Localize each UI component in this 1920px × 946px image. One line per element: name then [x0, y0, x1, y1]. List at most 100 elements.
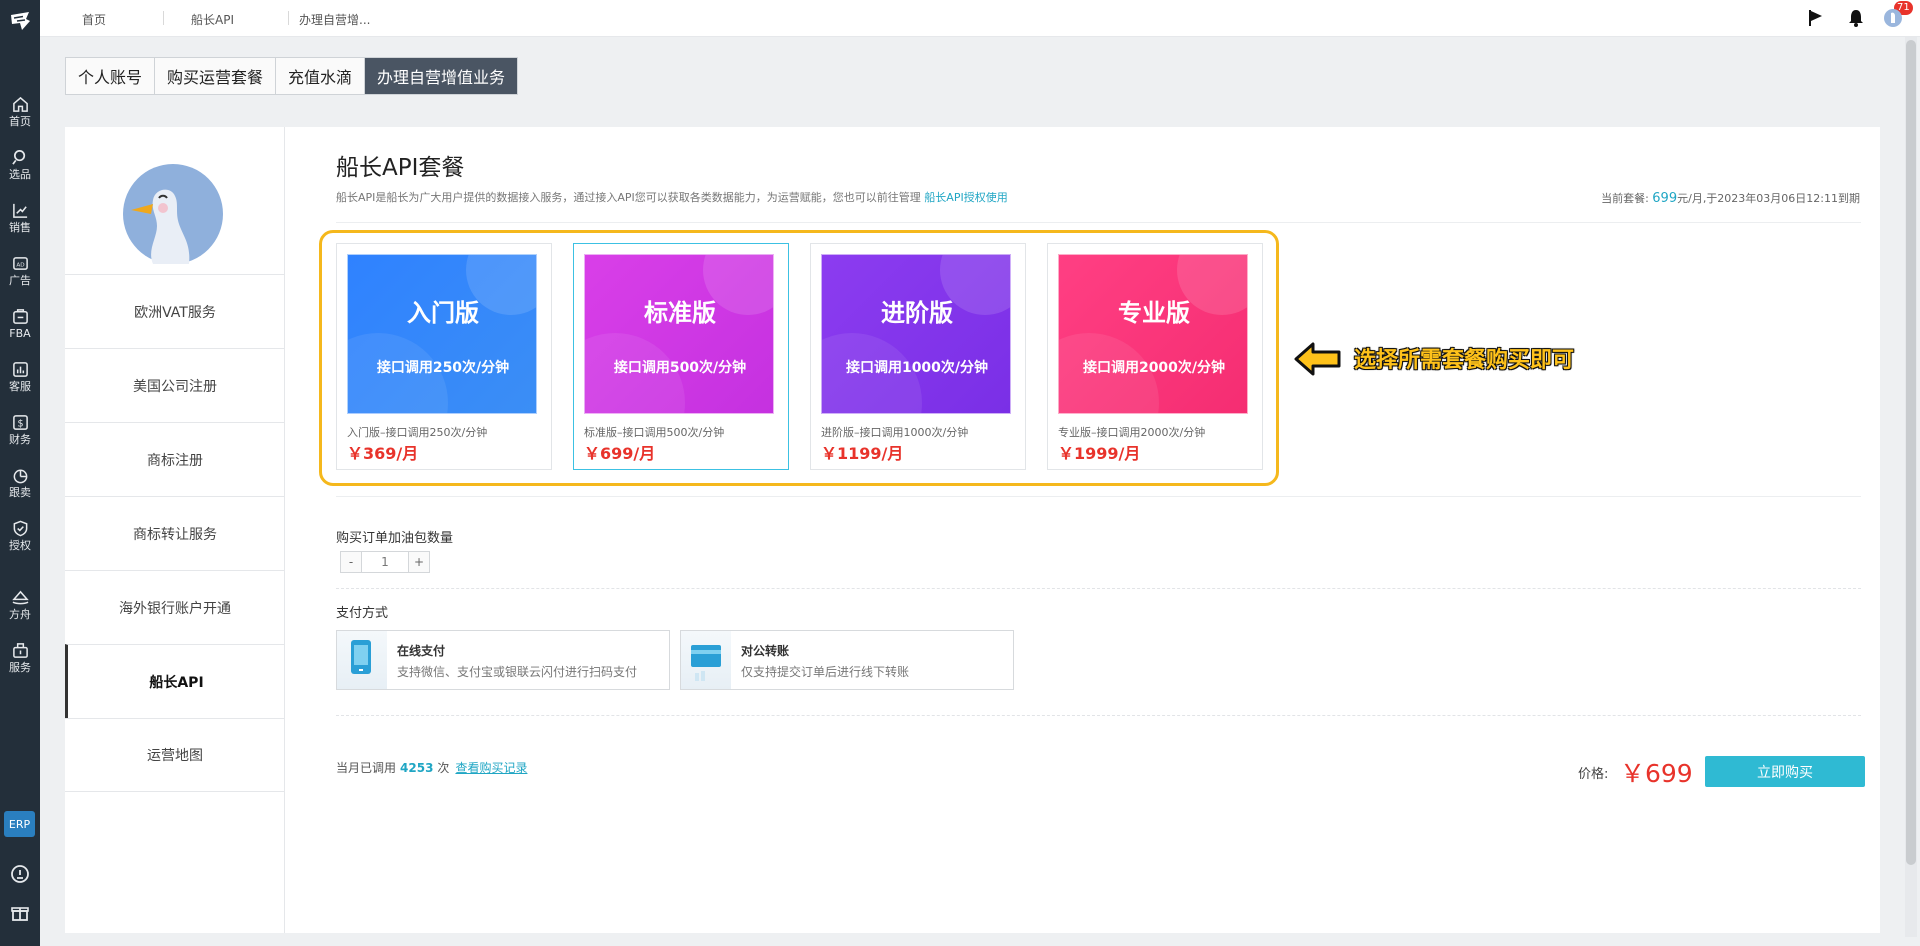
home-icon	[12, 96, 28, 112]
plan-banner: 标准版 接口调用500次/分钟	[584, 254, 774, 414]
ark-icon	[11, 590, 29, 605]
goose-avatar	[123, 164, 223, 264]
plan-price: ￥1999/月	[1058, 444, 1141, 463]
sidebar-item-operation-map[interactable]: 运营地图	[65, 718, 285, 792]
nav-item-fba[interactable]: FBA	[0, 299, 40, 349]
plan-name: 专业版	[1118, 299, 1190, 327]
nav-item-ads[interactable]: AD 广告	[0, 246, 40, 296]
payment-option-bank-transfer[interactable]: 对公转账 仅支持提交订单后进行线下转账	[680, 630, 1014, 690]
api-authorization-link[interactable]: 船长API授权使用	[924, 191, 1007, 204]
plan-card-standard[interactable]: 标准版 接口调用500次/分钟 标准版–接口调用500次/分钟 ￥699/月	[573, 243, 789, 470]
tab-buy-operation-plan[interactable]: 购买运营套餐	[155, 58, 277, 94]
divider	[336, 496, 1861, 497]
payment-option-desc: 支持微信、支付宝或银联云闪付进行扫码支付	[397, 665, 638, 679]
nav-item-ark[interactable]: 方舟	[0, 580, 40, 630]
nav-item-label: 服务	[9, 661, 31, 674]
sidebar-item-overseas-bank[interactable]: 海外银行账户开通	[65, 570, 285, 644]
buy-now-button[interactable]: 立即购买	[1705, 756, 1865, 787]
nav-item-follow-sell[interactable]: 跟卖	[0, 458, 40, 508]
plan-name: 标准版	[644, 299, 716, 327]
increment-button[interactable]: +	[409, 552, 429, 572]
sidebar-item-trademark[interactable]: 商标注册	[65, 422, 285, 496]
ad-icon: AD	[12, 257, 28, 270]
breadcrumb-current[interactable]: 办理自营增...	[299, 11, 370, 28]
fba-icon	[12, 309, 28, 324]
plan-rate: 接口调用1000次/分钟	[845, 360, 989, 376]
breadcrumb-home[interactable]: 首页	[82, 11, 106, 28]
tab-personal-account[interactable]: 个人账号	[66, 58, 156, 94]
plan-card-advanced[interactable]: 进阶版 接口调用1000次/分钟 进阶版–接口调用1000次/分钟 ￥1199/…	[810, 243, 1026, 470]
nav-item-label: 选品	[9, 168, 31, 181]
quantity-input[interactable]: 1	[361, 552, 409, 572]
payment-option-online[interactable]: 在线支付 支持微信、支付宝或银联云闪付进行扫码支付	[336, 630, 670, 690]
service-sidebar: 欧洲VAT服务 美国公司注册 商标注册 商标转让服务 海外银行账户开通 船长AP…	[65, 127, 285, 933]
current-plan-prefix: 当前套餐:	[1601, 192, 1653, 205]
nav-item-label: 财务	[9, 433, 31, 446]
shield-icon	[13, 520, 27, 537]
service-icon	[12, 643, 28, 658]
left-arrow-icon	[1294, 342, 1341, 376]
nav-item-label: FBA	[9, 327, 31, 340]
trend-chart-icon	[12, 203, 27, 218]
tab-value-added-services[interactable]: 办理自营增值业务	[365, 58, 518, 94]
usage-prefix: 当月已调用	[336, 761, 397, 775]
bell-icon[interactable]	[1846, 8, 1866, 28]
plan-card-professional[interactable]: 专业版 接口调用2000次/分钟 专业版–接口调用2000次/分钟 ￥1999/…	[1047, 243, 1263, 470]
current-plan-expiry: 元/月,于2023年03月06日12:11到期	[1677, 192, 1860, 205]
plan-price: ￥1199/月	[821, 444, 904, 463]
usage-count: 4253	[400, 761, 434, 775]
sidebar-item-eu-vat[interactable]: 欧洲VAT服务	[65, 274, 285, 348]
plan-rate: 接口调用500次/分钟	[613, 360, 747, 376]
support-icon[interactable]	[10, 864, 30, 884]
nav-item-authorization[interactable]: 授权	[0, 511, 40, 561]
app-nav-rail: 首页 选品 销售 AD 广告 FBA 客服 $ 财务 跟卖 授权 方舟 服务 E…	[0, 0, 40, 946]
nav-item-sales[interactable]: 销售	[0, 193, 40, 243]
app-logo-icon[interactable]	[8, 9, 32, 33]
nav-item-selection[interactable]: 选品	[0, 140, 40, 190]
gift-icon[interactable]	[10, 903, 30, 923]
tab-recharge-drops[interactable]: 充值水滴	[276, 58, 366, 94]
svg-text:AD: AD	[16, 262, 25, 268]
user-avatar-icon[interactable]	[1883, 8, 1903, 28]
flag-icon[interactable]	[1806, 8, 1826, 28]
addon-quantity-label: 购买订单加油包数量	[336, 531, 454, 546]
plan-desc: 入门版–接口调用250次/分钟	[347, 426, 488, 439]
divider	[336, 588, 1861, 589]
nav-item-finance[interactable]: $ 财务	[0, 405, 40, 455]
breadcrumb-divider	[288, 11, 289, 25]
plan-desc: 进阶版–接口调用1000次/分钟	[821, 426, 969, 439]
nav-item-label: 客服	[9, 380, 31, 393]
pie-chart-icon	[13, 469, 27, 484]
plan-banner: 入门版 接口调用250次/分钟	[347, 254, 537, 414]
divider	[336, 222, 1861, 223]
search-icon	[11, 150, 25, 165]
purchase-history-link[interactable]: 查看购买记录	[455, 761, 527, 775]
nav-item-service[interactable]: 服务	[0, 633, 40, 683]
erp-button[interactable]: ERP	[4, 811, 35, 837]
sidebar-item-trademark-transfer[interactable]: 商标转让服务	[65, 496, 285, 570]
page-title: 船长API套餐	[336, 155, 465, 181]
nav-item-label: 销售	[9, 221, 31, 234]
breadcrumb-api[interactable]: 船长API	[191, 11, 234, 28]
annotation-callout: 选择所需套餐购买即可	[1354, 348, 1575, 373]
nav-item-customer-service[interactable]: 客服	[0, 352, 40, 402]
plan-banner: 专业版 接口调用2000次/分钟	[1058, 254, 1248, 414]
nav-item-home[interactable]: 首页	[0, 87, 40, 137]
plan-card-starter[interactable]: 入门版 接口调用250次/分钟 入门版–接口调用250次/分钟 ￥369/月	[336, 243, 552, 470]
payment-method-label: 支付方式	[336, 606, 389, 621]
nav-item-label: 跟卖	[9, 486, 31, 499]
nav-item-label: 方舟	[9, 608, 31, 621]
sidebar-item-captain-api[interactable]: 船长API	[65, 644, 285, 718]
plan-banner: 进阶版 接口调用1000次/分钟	[821, 254, 1011, 414]
tab-bar: 个人账号 购买运营套餐 充值水滴 办理自营增值业务	[65, 57, 519, 95]
sidebar-item-us-company[interactable]: 美国公司注册	[65, 348, 285, 422]
bar-chart-icon	[12, 362, 28, 377]
plan-rate: 接口调用250次/分钟	[376, 360, 510, 376]
nav-item-label: 授权	[9, 539, 31, 552]
scrollbar-thumb[interactable]	[1906, 40, 1916, 865]
plan-name: 进阶版	[881, 299, 953, 327]
monthly-usage: 当月已调用 4253 次查看购买记录	[336, 759, 527, 776]
plan-name: 入门版	[407, 299, 479, 327]
decrement-button[interactable]: -	[341, 552, 361, 572]
payment-option-name: 在线支付	[397, 644, 446, 658]
